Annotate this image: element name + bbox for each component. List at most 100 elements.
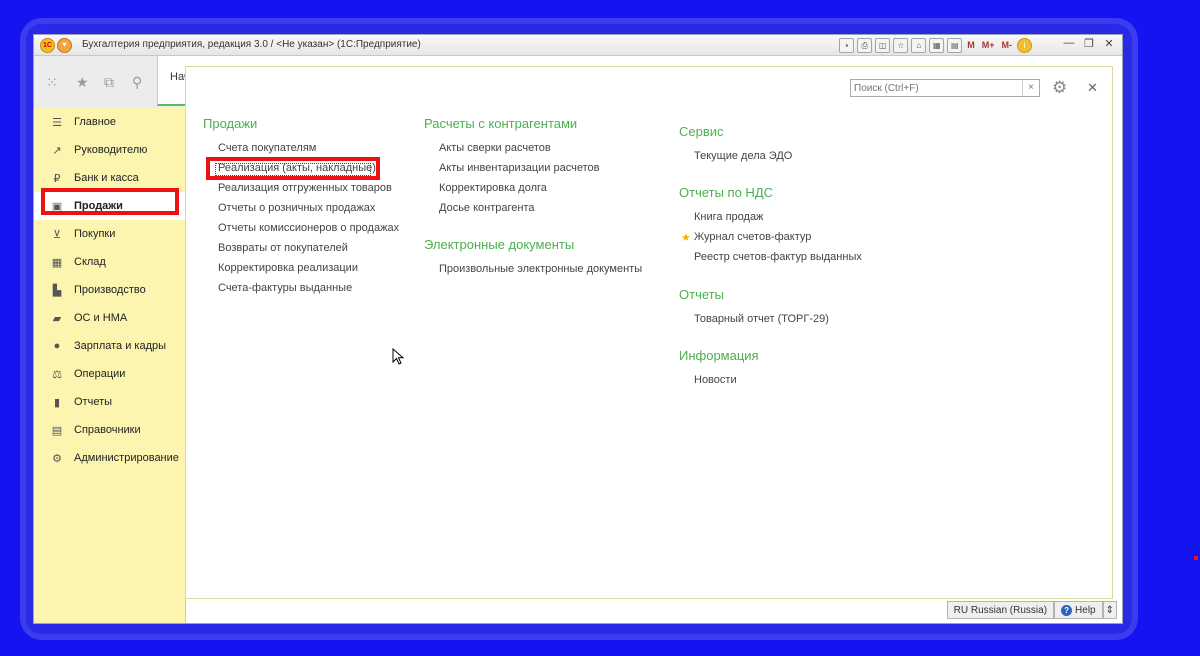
section-title-reports: Отчеты — [679, 287, 724, 302]
section-title-settlements: Расчеты с контрагентами — [424, 116, 578, 131]
memory-button[interactable]: M — [965, 39, 977, 52]
memory-minus-button[interactable]: M- — [1000, 39, 1015, 52]
link-shipped-goods[interactable]: Реализация отгруженных товаров — [218, 182, 392, 194]
status-bar: RU Russian (Russia) ? Help ⇕ — [946, 601, 1117, 619]
person-icon: ● — [53, 340, 61, 352]
mouse-cursor-icon — [392, 348, 405, 365]
sidebar-item-catalogs[interactable]: ▤ Справочники — [34, 416, 185, 444]
help-icon: ? — [1061, 605, 1073, 616]
section-title-service: Сервис — [679, 124, 724, 139]
sidebar-item-label: Производство — [74, 284, 146, 296]
highlight-box-sidebar-sales — [41, 188, 179, 215]
sales-panel — [185, 66, 1113, 599]
sidebar-item-label: Главное — [74, 116, 117, 128]
clear-search-icon[interactable]: × — [1022, 80, 1039, 96]
search-input[interactable] — [851, 80, 1027, 96]
link-retail-reports[interactable]: Отчеты о розничных продажах — [218, 202, 375, 214]
maximize-button[interactable]: ❐ — [1082, 37, 1096, 50]
sidebar-item-label: Покупки — [74, 228, 116, 240]
sidebar-item-label: Администрирование — [74, 452, 179, 464]
marker-dot — [1194, 556, 1198, 560]
sidebar-item-warehouse[interactable]: ▦ Склад — [34, 248, 185, 276]
gear-icon: ⚙ — [52, 452, 62, 465]
factory-icon: ▙ — [52, 284, 62, 297]
sidebar-item-label: Склад — [74, 256, 106, 268]
link-issued-invoices[interactable]: Счета-фактуры выданные — [218, 282, 352, 294]
highlight-box-sales-acts — [206, 157, 380, 180]
home-icon[interactable]: ⌂ — [911, 38, 927, 53]
link-sales-adjustment[interactable]: Корректировка реализации — [218, 262, 358, 274]
link-customer-invoices[interactable]: Счета покупателям — [218, 142, 316, 154]
chart-line-icon: ↗ — [52, 144, 62, 157]
link-reconciliation-acts[interactable]: Акты сверки расчетов — [439, 142, 551, 154]
link-arbitrary-edocs[interactable]: Произвольные электронные документы — [439, 263, 642, 275]
calendar-icon[interactable]: ▤ — [947, 38, 963, 53]
sidebar-item-label: Банк и касса — [74, 172, 139, 184]
link-debt-adjustment[interactable]: Корректировка долга — [439, 182, 547, 194]
sidebar-item-label: Руководителю — [74, 144, 148, 156]
menu-icon: ☰ — [52, 116, 62, 129]
search-icon[interactable]: ⚲ — [132, 74, 142, 91]
section-title-sales: Продажи — [203, 116, 258, 131]
settings-gear-icon[interactable]: ⚙ — [1052, 78, 1067, 98]
search-box: × — [850, 79, 1040, 97]
ruble-coin-icon: ₽ — [53, 172, 61, 185]
preview-icon[interactable]: ◫ — [875, 38, 891, 53]
close-panel-button[interactable]: ✕ — [1087, 80, 1098, 96]
help-button[interactable]: ? Help — [1054, 601, 1103, 619]
scroll-arrows-icon[interactable]: ⇕ — [1102, 601, 1117, 619]
sidebar-item-reports[interactable]: ▮ Отчеты — [34, 388, 185, 416]
save-icon[interactable]: ▪ — [839, 38, 855, 53]
app-window: 1С ▾ Бухгалтерия предприятия, редакция 3… — [33, 34, 1123, 624]
link-inventory-acts[interactable]: Акты инвентаризации расчетов — [439, 162, 599, 174]
sidebar-item-admin[interactable]: ⚙ Администрирование — [34, 444, 185, 472]
sidebar-item-label: Справочники — [74, 424, 141, 436]
link-commission-reports[interactable]: Отчеты комиссионеров о продажах — [218, 222, 399, 234]
balance-icon: ⚖ — [52, 368, 62, 381]
link-counterparty-dossier[interactable]: Досье контрагента — [439, 202, 535, 214]
sidebar-item-label: ОС и НМА — [74, 312, 128, 324]
main-menu-icon[interactable]: ▾ — [57, 38, 72, 53]
close-window-button[interactable]: ✕ — [1102, 37, 1116, 50]
link-customer-returns[interactable]: Возвраты от покупателей — [218, 242, 348, 254]
favorite-star-icon: ★ — [681, 232, 691, 244]
sidebar-item-payroll[interactable]: ● Зарплата и кадры — [34, 332, 185, 360]
favorite-icon[interactable]: ☆ — [893, 38, 909, 53]
link-news[interactable]: Новости — [694, 374, 737, 386]
sidebar-item-manager[interactable]: ↗ Руководителю — [34, 136, 185, 164]
star-icon[interactable]: ★ — [76, 74, 89, 91]
sidebar-item-label: Операции — [74, 368, 126, 380]
sidebar-item-production[interactable]: ▙ Производство — [34, 276, 185, 304]
book-icon: ▤ — [51, 424, 63, 437]
section-title-info: Информация — [679, 348, 759, 363]
sidebar-item-operations[interactable]: ⚖ Операции — [34, 360, 185, 388]
cart-icon: ⊻ — [52, 228, 62, 241]
minimize-button[interactable]: — — [1062, 37, 1076, 50]
calculator-icon[interactable]: ▦ — [929, 38, 945, 53]
title-bar: 1С ▾ Бухгалтерия предприятия, редакция 3… — [34, 35, 1122, 56]
link-sales-book[interactable]: Книга продаж — [694, 211, 763, 223]
link-torg29[interactable]: Товарный отчет (ТОРГ-29) — [694, 313, 829, 325]
memory-plus-button[interactable]: M+ — [980, 39, 997, 52]
help-label: Help — [1075, 605, 1096, 616]
bar-chart-icon: ▮ — [53, 396, 61, 409]
print-icon[interactable]: ⎙ — [857, 38, 873, 53]
apps-grid-icon[interactable]: ⁙ — [46, 74, 58, 91]
section-title-vat: Отчеты по НДС — [679, 185, 774, 200]
link-issued-invoice-register[interactable]: Реестр счетов-фактур выданных — [694, 251, 862, 263]
history-icon[interactable]: ⧉ — [104, 74, 114, 91]
language-indicator[interactable]: RU Russian (Russia) — [946, 601, 1055, 619]
link-edo-tasks[interactable]: Текущие дела ЭДО — [694, 150, 792, 162]
sidebar-item-purchases[interactable]: ⊻ Покупки — [34, 220, 185, 248]
title-toolbar: ▪ ⎙ ◫ ☆ ⌂ ▦ ▤ M M+ M- i — [839, 38, 1032, 53]
app-logo-icon[interactable]: 1С — [40, 38, 55, 53]
window-title: Бухгалтерия предприятия, редакция 3.0 / … — [82, 39, 421, 50]
link-invoice-journal[interactable]: Журнал счетов-фактур — [694, 231, 811, 243]
sidebar-item-assets[interactable]: ▰ ОС и НМА — [34, 304, 185, 332]
info-icon[interactable]: i — [1017, 38, 1032, 53]
truck-icon: ▰ — [52, 312, 62, 325]
sidebar-item-main[interactable]: ☰ Главное — [34, 108, 185, 136]
grid-boxes-icon: ▦ — [51, 256, 63, 269]
sidebar-item-label: Зарплата и кадры — [74, 340, 167, 352]
sidebar-item-label: Отчеты — [74, 396, 113, 408]
